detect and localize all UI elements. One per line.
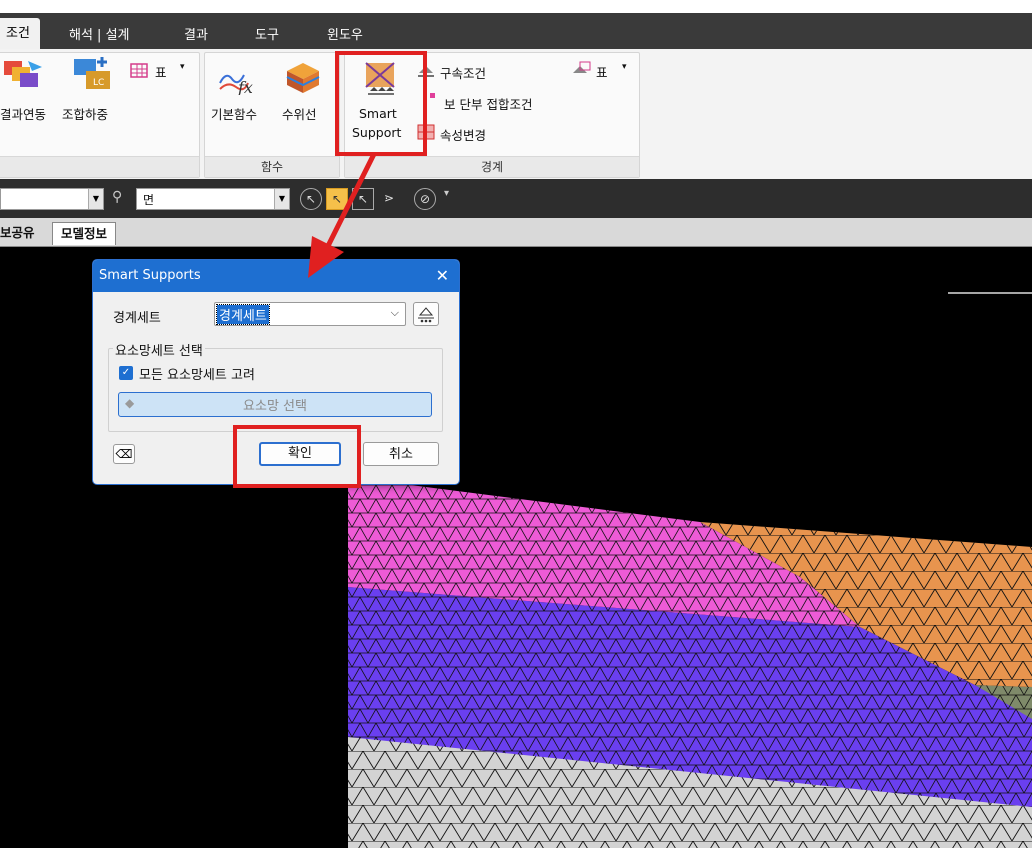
boundary-table-label[interactable]: 표 [596,62,608,81]
result-link-label[interactable]: 결과연동 [0,104,46,123]
deselect-icon[interactable]: ⊘ [414,188,436,210]
mesh-set-group-label: 요소망세트 선택 [113,340,205,359]
beam-end-label[interactable]: 보 단부 접합조건 [444,94,532,113]
eraser-icon[interactable]: ⌫ [113,444,135,464]
table-label[interactable]: 표 [155,62,167,81]
result-link-icon[interactable] [2,57,46,93]
face-combo-value: 면 [143,193,155,207]
menu-tab-results[interactable]: 결과 [184,24,208,43]
filter-combo[interactable]: ▼ [0,188,104,210]
svg-text:LC: LC [93,78,104,88]
ribbon-group-load-title [0,156,199,177]
boundary-set-select[interactable]: 경계세트 ⌵ [214,302,406,326]
table-dropdown-icon[interactable]: ▾ [180,62,185,72]
mesh-set-group [108,348,443,432]
consider-all-checkbox[interactable]: ✓ [119,366,133,380]
menu-tab-tools[interactable]: 도구 [255,24,279,43]
boundary-set-manage-button[interactable] [413,302,439,326]
basic-function-label[interactable]: 기본함수 [211,104,257,123]
ribbon: 결과연동 LC 조합하중 표 ▾ 함수 fx 기본함수 수위선 경계 Smart… [0,49,1032,179]
boundary-table-dropdown-icon[interactable]: ▾ [622,62,627,72]
boundary-set-label: 경계세트 [113,311,161,326]
smart-support-highlight [335,51,427,156]
doc-tab-strip: 보공유 모델정보 [0,218,1032,247]
menu-tab-condition[interactable]: 조건 [0,18,40,49]
menu-tab-window[interactable]: 윈도우 [327,24,363,43]
beam-end-icon[interactable] [428,91,438,107]
constraint-label[interactable]: 구속조건 [440,63,486,82]
svg-text:fx: fx [237,78,253,95]
cancel-button[interactable]: 취소 [363,442,439,466]
menu-bar: 조건 해석 | 설계 결과 도구 윈도우 [0,13,1032,49]
menu-tab-analysis-design[interactable]: 해석 | 설계 [69,24,130,43]
chevron-down-icon[interactable]: ⌵ [391,306,399,320]
tab-share[interactable]: 보공유 [0,222,35,244]
top-edge [0,0,1032,13]
red-arrow-icon [308,152,377,278]
face-combo[interactable]: 면 ▼ [136,188,290,210]
toolbar-more-icon[interactable]: ▾ [444,188,449,199]
dialog-title-bar[interactable]: Smart Supports ✕ [93,260,459,292]
consider-all-label[interactable]: 모든 요소망세트 고려 [139,364,255,383]
filter-icon[interactable]: ⚲ [112,189,122,205]
support-icon [418,307,434,323]
face-combo-arrow-icon[interactable]: ▼ [274,189,289,209]
selection-toolbar: ▼ ⚲ 면 ▼ ↖ ↖ ↖ ⋗ ⊘ ▾ [0,179,1032,218]
property-change-label[interactable]: 속성변경 [440,125,486,144]
boundary-set-value: 경계세트 [216,304,270,325]
filter-combo-arrow-icon[interactable]: ▼ [88,189,103,209]
mesh-select-label: 요소망 선택 [243,399,307,414]
boundary-table-icon[interactable] [570,61,592,79]
tab-model-info[interactable]: 모델정보 [52,222,117,245]
dialog-title: Smart Supports [99,268,201,283]
close-icon[interactable]: ✕ [436,266,449,285]
combo-load-label[interactable]: 조합하중 [62,104,108,123]
water-level-label[interactable]: 수위선 [282,104,317,123]
mesh-select-button[interactable]: ◆ 요소망 선택 [118,392,432,417]
combo-load-icon[interactable]: LC [72,55,114,93]
basic-function-icon[interactable]: fx [218,61,258,95]
water-level-icon[interactable] [283,59,323,95]
ok-button-highlight [233,425,361,488]
table-icon[interactable] [130,61,152,79]
